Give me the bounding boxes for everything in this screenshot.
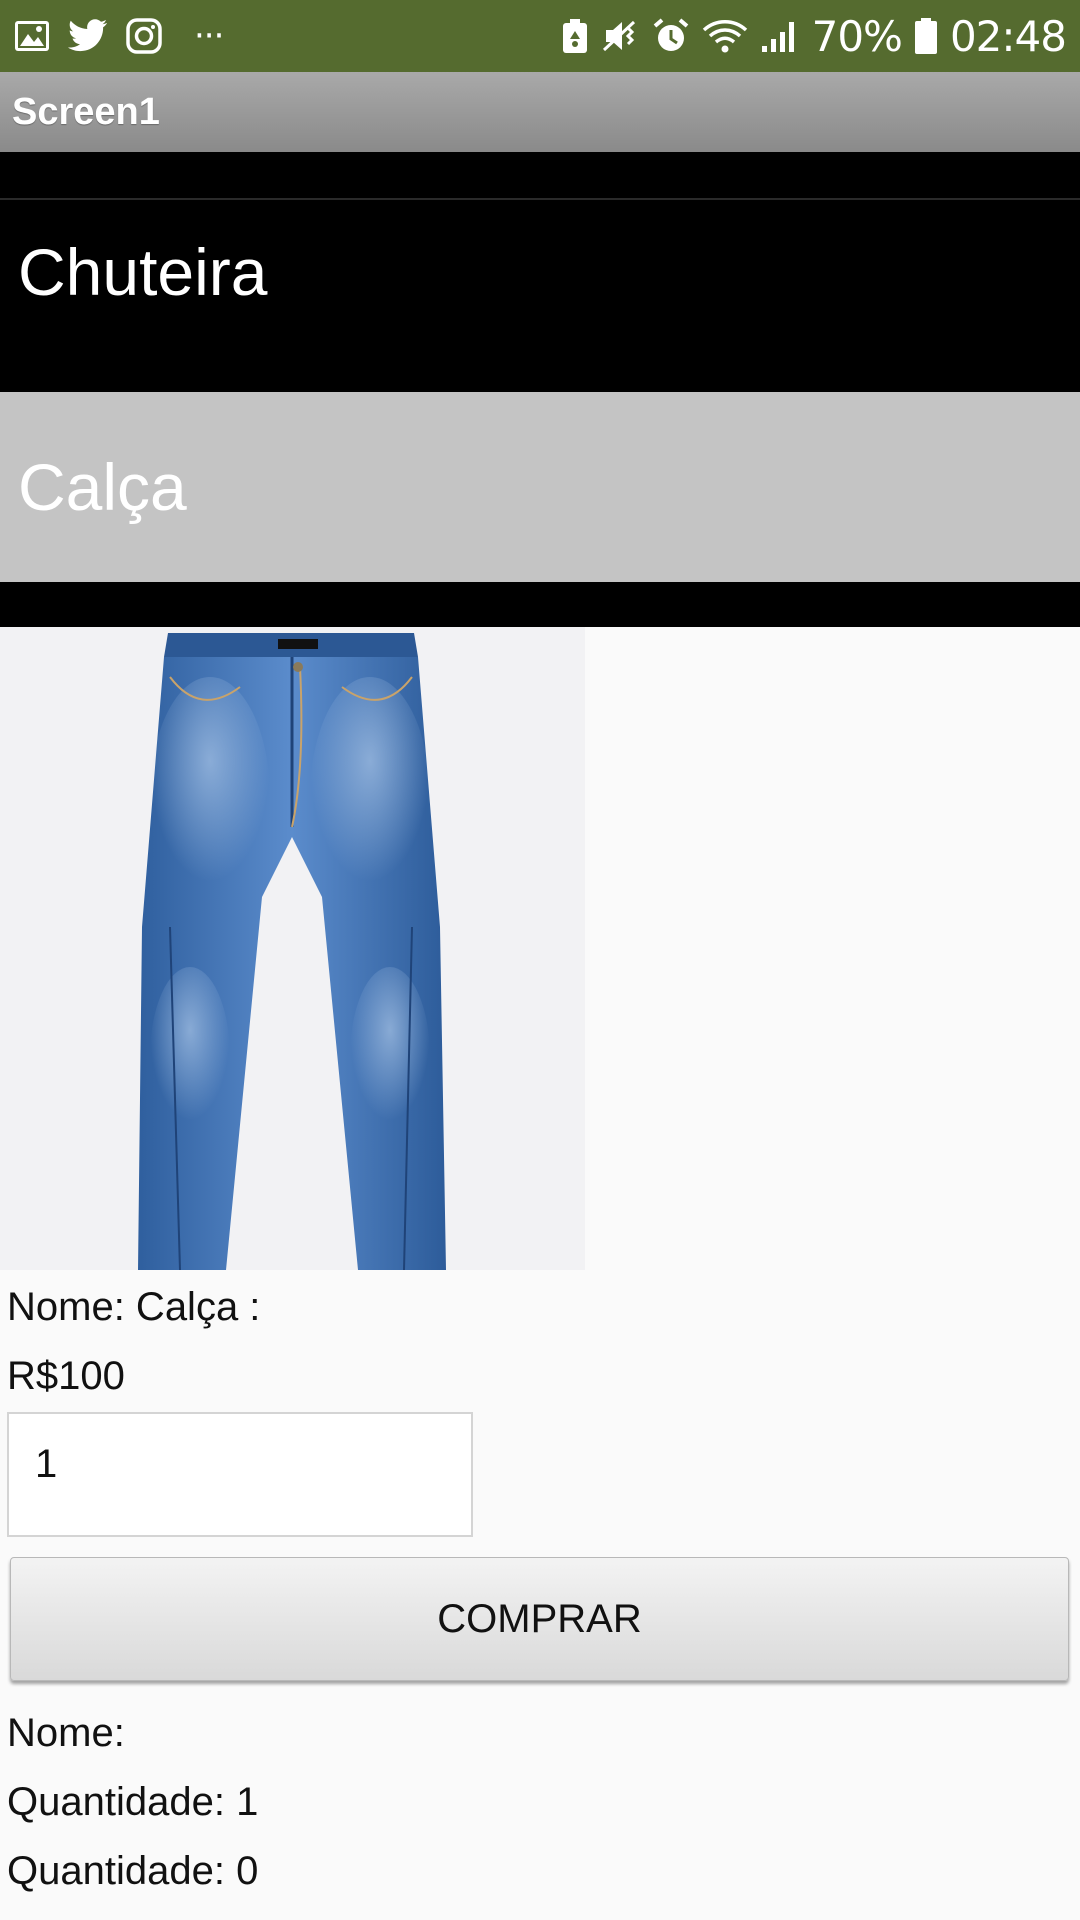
product-image <box>0 627 585 1271</box>
battery-icon <box>914 17 938 55</box>
status-bar: ··· 70% 02:48 <box>0 0 1080 72</box>
recycle-icon <box>562 18 588 54</box>
clock-time: 02:48 <box>949 11 1067 61</box>
summary-name-label: Nome: <box>7 1711 125 1755</box>
gallery-icon <box>14 20 50 52</box>
list-item-label: Calça <box>18 450 187 524</box>
mute-vibrate-icon <box>600 18 640 54</box>
list-item-calca[interactable]: Calça <box>0 392 1080 582</box>
list-item-chuteira[interactable]: Chuteira <box>0 198 1080 344</box>
product-list: Chuteira Calça <box>0 152 1080 627</box>
list-item-label: Chuteira <box>18 235 268 309</box>
product-name-label: Nome: Calça : <box>7 1285 261 1329</box>
wifi-icon <box>702 18 748 54</box>
summary-quantity-label-1: Quantidade: 1 <box>7 1780 259 1824</box>
buy-button[interactable]: COMPRAR <box>10 1557 1069 1681</box>
quantity-input-value: 1 <box>35 1442 58 1486</box>
screen-title: Screen1 <box>12 90 160 133</box>
twitter-icon <box>68 19 108 53</box>
quantity-input[interactable]: 1 <box>7 1412 473 1537</box>
battery-percent: 70% <box>811 11 903 61</box>
product-price-label: R$100 <box>7 1354 125 1398</box>
title-bar: Screen1 <box>0 72 1080 152</box>
status-left-icons: ··· <box>14 16 224 56</box>
instagram-icon <box>126 18 162 54</box>
status-right-icons: 70% 02:48 <box>562 11 1067 61</box>
more-icon: ··· <box>194 16 224 56</box>
buy-button-label: COMPRAR <box>437 1596 642 1641</box>
jeans-photo <box>138 633 446 1271</box>
alarm-icon <box>652 18 690 54</box>
summary-quantity-label-2: Quantidade: 0 <box>7 1849 259 1893</box>
signal-icon <box>760 18 800 54</box>
